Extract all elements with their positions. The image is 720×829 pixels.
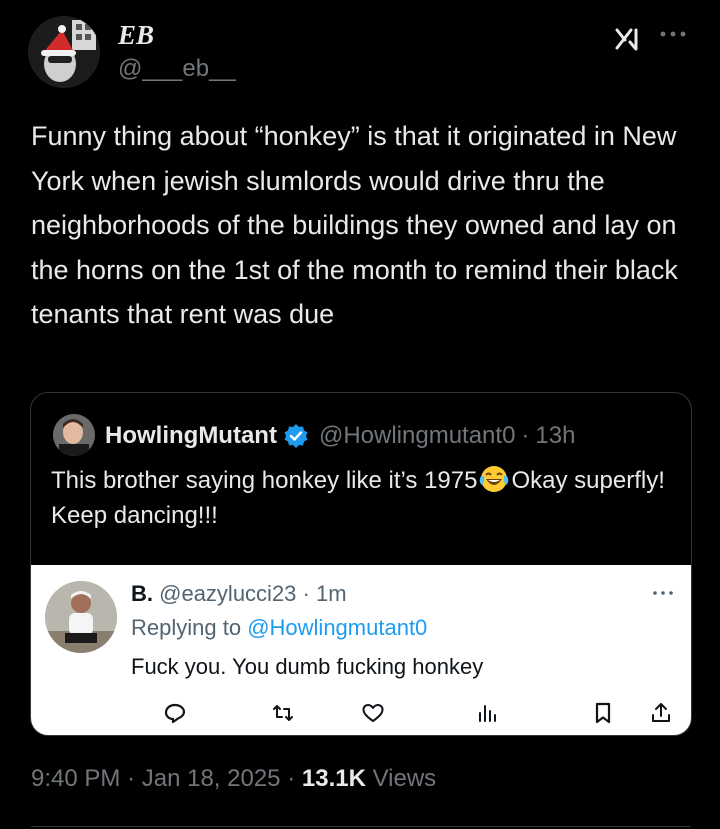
replying-to-label: Replying to: [131, 615, 242, 640]
author-handle[interactable]: @___eb__: [118, 55, 236, 83]
reply-separator: ·: [302, 581, 310, 606]
quote-author-handle[interactable]: @Howlingmutant0: [319, 422, 515, 450]
quote-timestamp[interactable]: 13h: [535, 422, 575, 450]
views-label[interactable]: Views: [373, 765, 437, 792]
tweet-text: Funny thing about “honkey” is that it or…: [31, 121, 678, 329]
quote-text-before: This brother saying honkey like it’s 197…: [51, 467, 478, 494]
verified-badge-icon: [284, 424, 308, 448]
author-avatar[interactable]: [28, 16, 100, 88]
more-horizontal-icon: [653, 591, 673, 595]
share-icon: [652, 703, 670, 722]
replying-to-mention: @Howlingmutant0: [247, 615, 428, 640]
tweet-date[interactable]: Jan 18, 2025: [142, 765, 281, 792]
quote-author-avatar[interactable]: [53, 414, 95, 456]
embedded-reply-screenshot[interactable]: B. @eazylucci23 · 1m Replying to @Howlin…: [31, 565, 691, 735]
tweet-meta: 9:40 PM · Jan 18, 2025 · 13.1K Views: [31, 765, 436, 793]
reply-icon: [164, 703, 186, 724]
quote-text: This brother saying honkey like it’s 197…: [51, 463, 671, 533]
face-with-tears-of-joy-icon: [480, 466, 509, 492]
divider: [31, 826, 691, 827]
reply-text: Fuck you. You dumb fucking honkey: [131, 654, 484, 679]
more-horizontal-icon[interactable]: [658, 24, 688, 44]
meta-separator: ·: [127, 765, 136, 792]
reply-author-handle: @eazylucci23: [159, 581, 297, 606]
bookmark-icon: [595, 702, 611, 724]
views-icon: [479, 705, 496, 722]
meta-separator: ·: [287, 765, 296, 792]
grok-icon[interactable]: [614, 26, 648, 52]
quote-author-name[interactable]: HowlingMutant: [105, 422, 277, 450]
retweet-icon: [273, 705, 293, 721]
like-icon: [362, 704, 384, 722]
tweet-time[interactable]: 9:40 PM: [31, 765, 120, 792]
quote-header: HowlingMutant @Howlingmutant0 · 13h: [105, 419, 575, 453]
reply-timestamp: 1m: [316, 581, 347, 606]
replying-to: Replying to @Howlingmutant0: [131, 615, 427, 641]
reply-author-name: B.: [131, 581, 153, 606]
quote-separator: ·: [521, 422, 530, 449]
reply-header: B. @eazylucci23 · 1m: [131, 581, 347, 607]
quote-tweet-card[interactable]: HowlingMutant @Howlingmutant0 · 13h This…: [30, 392, 692, 736]
reply-author-avatar: [45, 581, 117, 653]
author-name[interactable]: EB: [118, 20, 154, 51]
views-count[interactable]: 13.1K: [302, 765, 366, 792]
